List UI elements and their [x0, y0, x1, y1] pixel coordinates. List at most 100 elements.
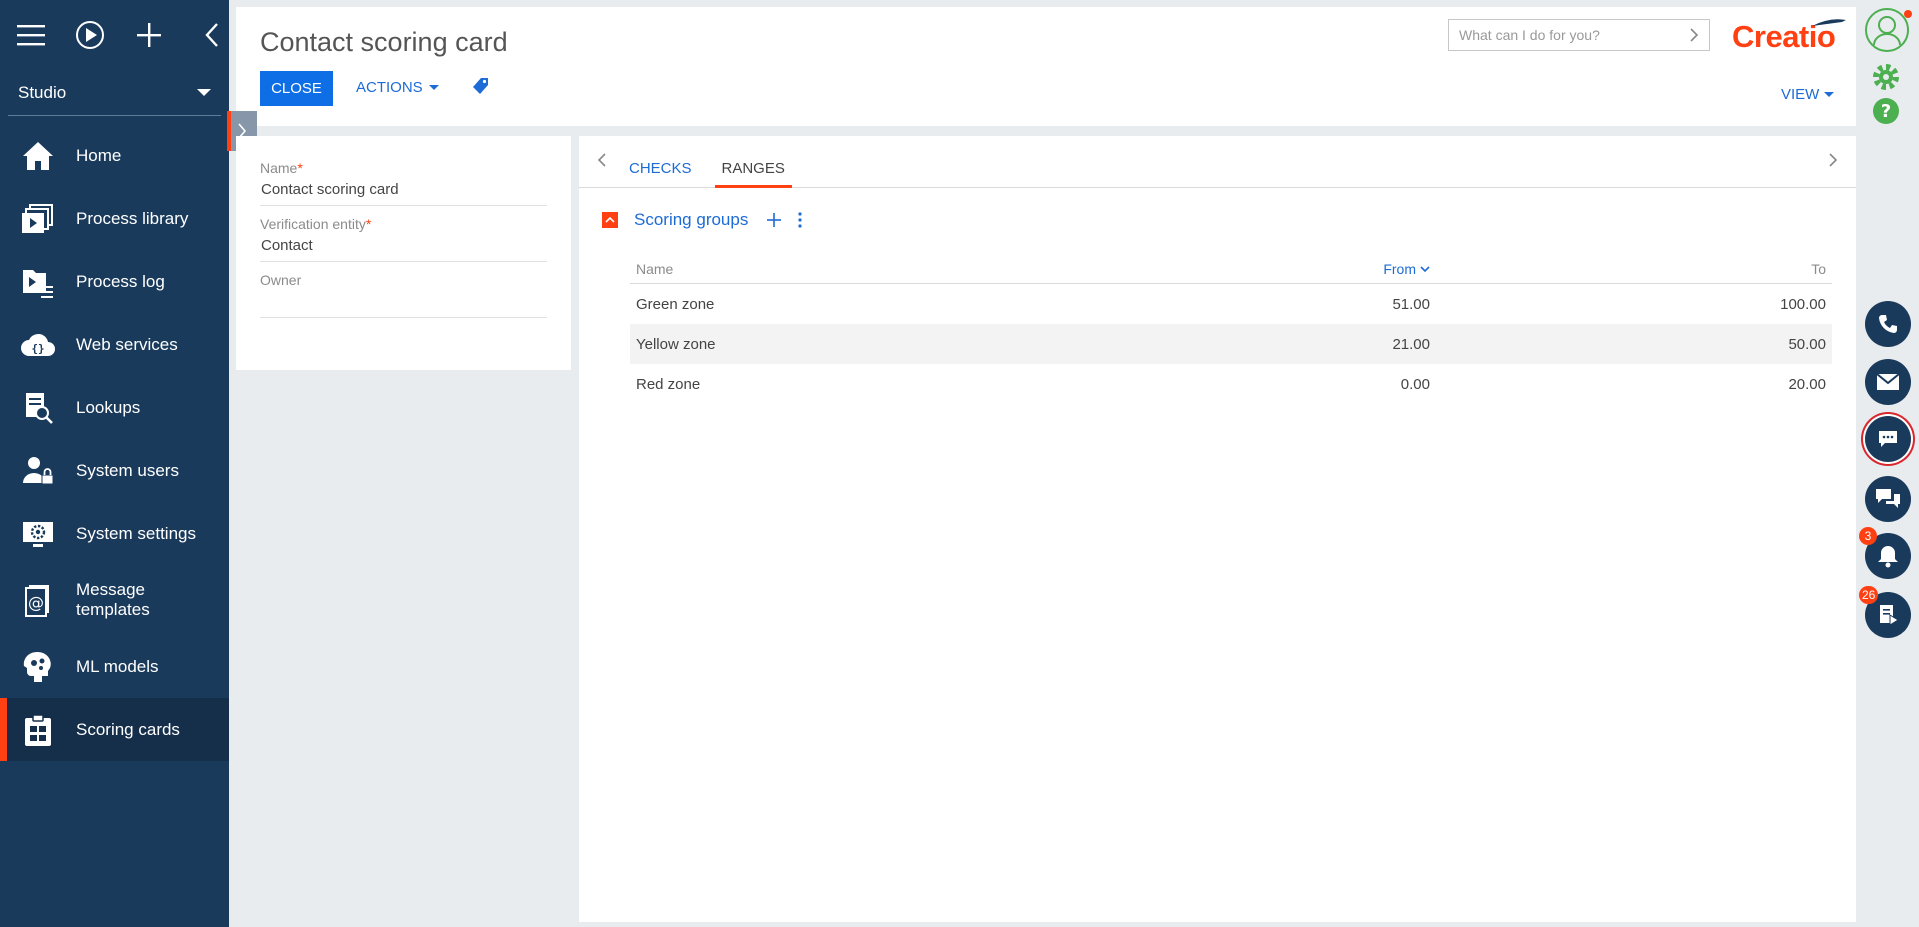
- scoring-groups-grid: Name From To Green zone 51.00 100.00 Yel…: [630, 254, 1832, 404]
- sidebar-item-message-templates[interactable]: @ Message templates: [0, 565, 229, 635]
- sidebar-item-lookups[interactable]: Lookups: [0, 376, 229, 439]
- add-icon[interactable]: [766, 212, 782, 228]
- creatio-logo: Creatio: [1732, 19, 1846, 55]
- phone-button[interactable]: [1865, 301, 1911, 347]
- run-process-icon[interactable]: [73, 18, 106, 52]
- gear-icon[interactable]: [1871, 62, 1901, 97]
- sidebar-item-home[interactable]: Home: [0, 124, 229, 187]
- sidebar-item-system-settings[interactable]: System settings: [0, 502, 229, 565]
- online-status-dot: [1904, 10, 1912, 18]
- scoring-cards-icon: [20, 712, 56, 748]
- phone-icon: [1879, 315, 1897, 333]
- command-search-input[interactable]: What can I do for you?: [1448, 19, 1710, 51]
- sidebar-item-ml-models[interactable]: ML models: [0, 635, 229, 698]
- field-label: Owner: [260, 272, 302, 288]
- chevron-down-icon: [197, 89, 211, 96]
- tab-ranges[interactable]: RANGES: [714, 160, 793, 188]
- sidebar-item-process-log[interactable]: Process log: [0, 250, 229, 313]
- sidebar-toolbar: [0, 0, 229, 70]
- column-header-name[interactable]: Name: [630, 261, 1230, 277]
- cell-to: 100.00: [1780, 295, 1826, 313]
- process-library-icon: [20, 201, 56, 237]
- user-icon: [1873, 16, 1901, 46]
- tab-bar: CHECKS RANGES: [579, 136, 1856, 188]
- logo-swoosh-icon: [1812, 19, 1846, 26]
- user-profile-avatar[interactable]: [1865, 8, 1909, 52]
- close-button[interactable]: CLOSE: [260, 71, 333, 106]
- cell-name: Red zone: [636, 375, 701, 393]
- cell-to: 50.00: [1788, 335, 1826, 353]
- chat-button[interactable]: [1865, 416, 1911, 462]
- cell-to: 20.00: [1788, 375, 1826, 393]
- notifications-button[interactable]: 3: [1859, 527, 1911, 579]
- chevron-down-icon: [1824, 92, 1835, 97]
- tab-checks[interactable]: CHECKS: [622, 160, 699, 187]
- view-label: VIEW: [1781, 86, 1820, 103]
- sidebar-item-label: Lookups: [76, 397, 141, 417]
- view-button[interactable]: VIEW: [1781, 86, 1835, 103]
- workspace-selector[interactable]: Studio: [8, 70, 221, 116]
- tag-icon[interactable]: [472, 77, 490, 100]
- table-row[interactable]: Green zone 51.00 100.00: [630, 284, 1832, 324]
- sidebar-item-label: Home: [76, 145, 122, 165]
- detail-panel: CHECKS RANGES Scoring groups Name From T…: [579, 136, 1856, 922]
- actions-button[interactable]: ACTIONS: [356, 79, 439, 96]
- record-form: Name* Contact scoring card Verification …: [236, 136, 571, 370]
- process-feed-button[interactable]: 26: [1859, 586, 1911, 638]
- hamburger-menu-icon[interactable]: [14, 18, 47, 52]
- bell-icon: [1878, 546, 1898, 568]
- scoring-groups-title[interactable]: Scoring groups: [634, 210, 748, 230]
- sidebar-item-scoring-cards[interactable]: Scoring cards: [0, 698, 229, 761]
- search-placeholder: What can I do for you?: [1459, 27, 1600, 43]
- grid-header: Name From To: [630, 254, 1832, 284]
- tab-scroll-right-icon[interactable]: [1828, 152, 1838, 173]
- name-input[interactable]: Contact scoring card: [260, 176, 547, 206]
- table-row[interactable]: Yellow zone 21.00 50.00: [630, 324, 1832, 364]
- workspace-label: Studio: [18, 82, 67, 102]
- chat-icon: [1879, 431, 1897, 447]
- tab-scroll-left-icon[interactable]: [597, 152, 607, 173]
- web-services-icon: {}: [20, 327, 56, 363]
- collapse-icon[interactable]: [602, 212, 618, 228]
- email-button[interactable]: [1865, 359, 1911, 405]
- sidebar: Studio Home Process library Process log …: [0, 0, 229, 927]
- field-label: Verification entity*: [260, 216, 372, 232]
- sidebar-item-label: System users: [76, 460, 179, 480]
- column-header-to[interactable]: To: [1430, 261, 1826, 277]
- table-row[interactable]: Red zone 0.00 20.00: [630, 364, 1832, 404]
- message-templates-icon: @: [20, 582, 56, 618]
- column-header-from[interactable]: From: [1230, 261, 1430, 277]
- cell-from: 21.00: [1392, 335, 1430, 353]
- system-users-icon: [20, 453, 56, 489]
- tab-list: CHECKS RANGES: [622, 160, 808, 188]
- svg-text:{}: {}: [31, 342, 44, 355]
- name-field: Name* Contact scoring card: [260, 160, 547, 206]
- help-icon[interactable]: ?: [1871, 96, 1901, 131]
- cell-name: Yellow zone: [636, 335, 716, 353]
- cell-name: Green zone: [636, 295, 715, 313]
- sidebar-item-process-library[interactable]: Process library: [0, 187, 229, 250]
- sidebar-item-label: Web services: [76, 334, 178, 354]
- collapse-sidebar-icon[interactable]: [196, 18, 229, 52]
- verification-entity-field: Verification entity* Contact: [260, 216, 547, 262]
- sidebar-item-label: ML models: [76, 656, 159, 676]
- sidebar-item-label: Scoring cards: [76, 719, 180, 739]
- right-panel: ? 3 26: [1859, 0, 1919, 927]
- sidebar-nav: Home Process library Process log {} Web …: [0, 124, 229, 761]
- feed-button[interactable]: [1865, 476, 1911, 522]
- chevron-right-icon: [1690, 28, 1699, 42]
- more-options-icon[interactable]: [798, 212, 802, 228]
- sidebar-item-label: Process library: [76, 208, 189, 228]
- sidebar-item-web-services[interactable]: {} Web services: [0, 313, 229, 376]
- verification-entity-input[interactable]: Contact: [260, 232, 547, 262]
- sidebar-item-label: Process log: [76, 271, 165, 291]
- field-label: Name*: [260, 160, 303, 176]
- lookups-icon: [20, 390, 56, 426]
- svg-text:@: @: [28, 593, 44, 612]
- chevron-down-icon: [428, 85, 439, 90]
- sidebar-item-system-users[interactable]: System users: [0, 439, 229, 502]
- email-icon: [1876, 373, 1900, 390]
- add-icon[interactable]: [133, 18, 166, 52]
- conversation-icon: [1876, 489, 1900, 508]
- owner-input[interactable]: [260, 288, 547, 318]
